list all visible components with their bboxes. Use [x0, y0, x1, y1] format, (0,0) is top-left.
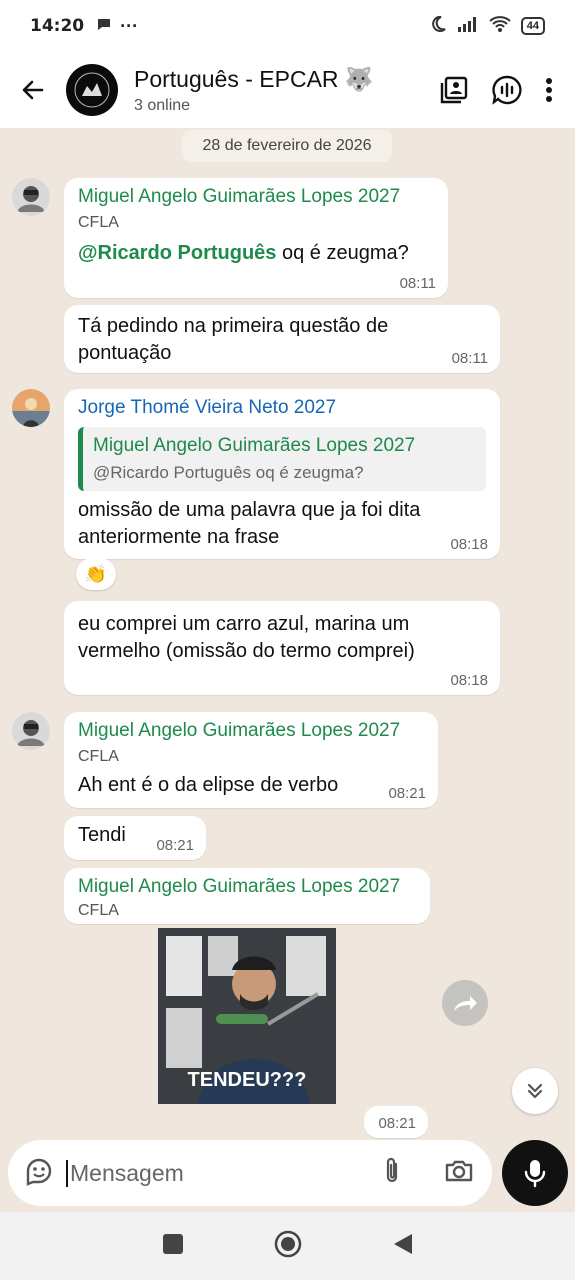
- status-time: 14:20: [30, 16, 85, 36]
- video-time-badge: 08:21: [364, 1106, 428, 1138]
- sender-name[interactable]: Miguel Angelo Guimarães Lopes 2027: [78, 720, 424, 742]
- message-bubble[interactable]: eu comprei um carro azul, marina um verm…: [64, 601, 500, 695]
- reply-message-bubble[interactable]: Jorge Thomé Vieira Neto 2027 Miguel Ange…: [64, 389, 500, 559]
- message-time: 08:21: [156, 837, 194, 854]
- message-bubble[interactable]: Tendi 08:21: [64, 816, 206, 860]
- message-line-2: anteriormente na frase: [78, 526, 280, 548]
- more-vertical-icon: [546, 78, 552, 102]
- chat-title-area[interactable]: Português - EPCAR 🐺 3 online: [134, 66, 439, 115]
- message-time: 08:11: [451, 350, 488, 367]
- sender-name[interactable]: Miguel Angelo Guimarães Lopes 2027: [78, 876, 416, 898]
- avatar-jorge[interactable]: [12, 389, 50, 427]
- paperclip-icon: [386, 1157, 398, 1182]
- reaction-badge[interactable]: 👏: [76, 558, 116, 590]
- message-line-2: vermelho (omissão do termo comprei): [78, 640, 415, 662]
- sender-tag: CFLA: [78, 902, 119, 919]
- message-bubble[interactable]: Tá pedindo na primeira questão de pontua…: [64, 305, 500, 373]
- sticker-icon: [26, 1158, 52, 1186]
- nav-back-button[interactable]: [392, 1232, 414, 1261]
- date-chip: 28 de fevereiro de 2026: [182, 130, 392, 162]
- back-arrow-icon: [22, 80, 44, 100]
- camera-button[interactable]: [444, 1158, 474, 1189]
- message-composer: [8, 1140, 492, 1206]
- group-avatar[interactable]: [66, 64, 118, 116]
- sticker-button[interactable]: [24, 1156, 54, 1191]
- message-input[interactable]: [66, 1159, 380, 1187]
- message-time: 08:21: [378, 1115, 416, 1132]
- forward-icon: [454, 996, 477, 1011]
- sender-name[interactable]: Jorge Thomé Vieira Neto 2027: [78, 397, 486, 419]
- signal-icon: [457, 16, 479, 37]
- quoted-text: @Ricardo Português oq é zeugma?: [93, 463, 364, 482]
- video-caption: TENDEU???: [187, 1069, 307, 1091]
- message-time: 08:21: [388, 785, 426, 802]
- message-line-1: omissão de uma palavra que ja foi dita: [78, 499, 421, 521]
- home-button[interactable]: [274, 1230, 302, 1263]
- chat-area[interactable]: 28 de fevereiro de 2026 Miguel Angelo Gu…: [0, 128, 575, 1210]
- back-button[interactable]: [0, 77, 66, 103]
- system-navigation-bar: [0, 1212, 575, 1280]
- camera-icon: [445, 1160, 473, 1181]
- sender-name[interactable]: Miguel Angelo Guimarães Lopes 2027: [78, 186, 434, 208]
- message-text-body: oq é zeugma?: [276, 242, 409, 264]
- recents-button[interactable]: [162, 1233, 184, 1260]
- quoted-sender: Miguel Angelo Guimarães Lopes 2027: [93, 435, 416, 456]
- message-time: 08:18: [450, 672, 488, 689]
- quoted-message[interactable]: Miguel Angelo Guimarães Lopes 2027 @Rica…: [78, 427, 486, 491]
- online-count: 3 online: [134, 96, 191, 114]
- attach-button[interactable]: [380, 1156, 404, 1191]
- nav-back-icon: [393, 1233, 412, 1254]
- message-bubble[interactable]: Miguel Angelo Guimarães Lopes 2027 CFLA …: [64, 712, 438, 808]
- chat-notification-icon: [96, 16, 112, 37]
- more-notifications-icon: ···: [120, 15, 139, 36]
- battery-indicator: 44: [520, 17, 545, 35]
- recents-icon: [162, 1233, 183, 1254]
- message-time: 08:11: [399, 275, 436, 292]
- message-line-1: eu comprei um carro azul, marina um: [78, 613, 410, 635]
- message-line-1: Tá pedindo na primeira questão de: [78, 315, 389, 337]
- status-bar: 14:20 ··· 44: [0, 0, 575, 52]
- more-options-button[interactable]: [545, 77, 553, 103]
- contact-card-button[interactable]: [439, 75, 469, 105]
- chat-title: Português - EPCAR 🐺: [134, 65, 374, 92]
- contact-card-icon: [440, 76, 468, 104]
- group-logo-icon: [74, 72, 110, 108]
- video-message[interactable]: TENDEU???: [158, 928, 336, 1104]
- message-time: 08:18: [450, 536, 488, 553]
- avatar-miguel[interactable]: [12, 712, 50, 750]
- voice-chat-button[interactable]: [491, 74, 523, 106]
- home-icon: [274, 1230, 301, 1257]
- message-bubble[interactable]: Miguel Angelo Guimarães Lopes 2027 CFLA: [64, 868, 430, 924]
- moon-icon: [429, 15, 447, 38]
- wifi-icon: [489, 15, 511, 37]
- double-chevron-down-icon: [527, 1083, 543, 1099]
- mention[interactable]: @Ricardo Português: [78, 242, 276, 264]
- avatar-miguel[interactable]: [12, 178, 50, 216]
- message-line-2: pontuação: [78, 342, 172, 364]
- voice-chat-icon: [492, 75, 522, 105]
- microphone-icon: [524, 1160, 546, 1188]
- forward-button[interactable]: [442, 980, 488, 1026]
- message-text: Ah ent é o da elipse de verbo: [78, 774, 339, 796]
- voice-record-button[interactable]: [502, 1140, 568, 1206]
- message-bubble[interactable]: Miguel Angelo Guimarães Lopes 2027 CFLA …: [64, 178, 448, 298]
- sender-tag: CFLA: [78, 748, 119, 765]
- scroll-to-bottom-button[interactable]: [512, 1068, 558, 1114]
- chat-header: Português - EPCAR 🐺 3 online: [0, 52, 575, 128]
- message-text: @Ricardo Português oq é zeugma?: [78, 240, 434, 267]
- sender-tag: CFLA: [78, 214, 119, 231]
